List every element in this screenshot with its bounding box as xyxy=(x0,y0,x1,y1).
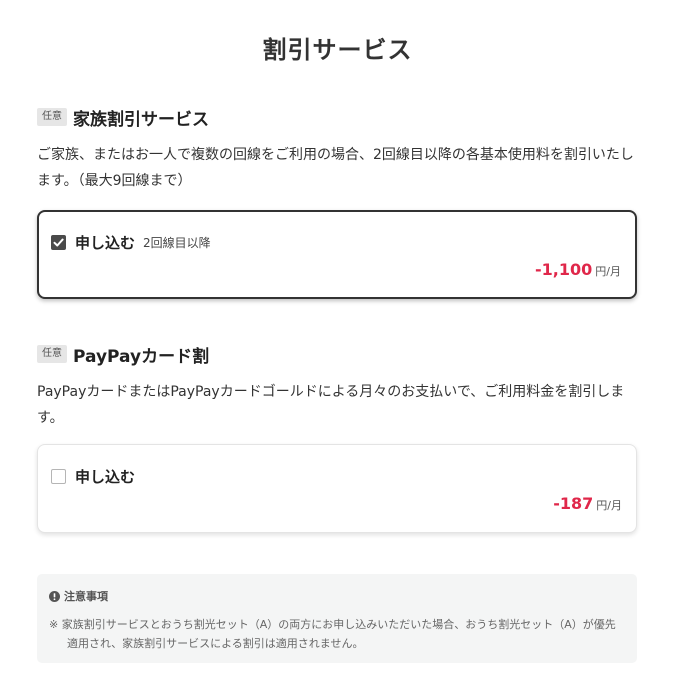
family-discount-price: -1,100 円/月 xyxy=(535,260,621,279)
optional-badge: 任意 xyxy=(37,108,67,126)
paypay-discount-price-unit: 円/月 xyxy=(596,499,622,512)
paypay-discount-option-card[interactable]: 申し込む -187 円/月 xyxy=(37,444,637,533)
notice-title: 注意事項 xyxy=(64,590,108,603)
notice-header: 注意事項 xyxy=(49,588,625,604)
paypay-discount-apply-label[interactable]: 申し込む xyxy=(75,466,135,487)
check-icon xyxy=(53,238,64,247)
family-discount-header: 任意 家族割引サービス xyxy=(37,103,637,131)
notice-box: 注意事項 ※ 家族割引サービスとおうち割光セット（A）の両方にお申し込みいただい… xyxy=(37,574,637,663)
family-discount-checkbox[interactable] xyxy=(51,235,66,250)
paypay-discount-description: PayPayカードまたはPayPayカードゴールドによる月々のお支払いで、ご利用… xyxy=(37,384,625,426)
paypay-discount-price: -187 円/月 xyxy=(553,494,622,513)
paypay-discount-apply-row[interactable]: 申し込む xyxy=(51,466,135,487)
paypay-discount-section: 任意 PayPayカード割 PayPayカードまたはPayPayカードゴールドに… xyxy=(37,340,637,431)
paypay-discount-header: 任意 PayPayカード割 xyxy=(37,340,637,368)
family-discount-price-amount: -1,100 xyxy=(535,260,593,279)
family-discount-title: 家族割引サービス xyxy=(73,109,209,130)
optional-badge: 任意 xyxy=(37,345,67,363)
family-discount-apply-row[interactable]: 申し込む 2回線目以降 xyxy=(51,232,211,253)
family-discount-apply-label[interactable]: 申し込む xyxy=(75,232,135,253)
family-discount-option-card[interactable]: 申し込む 2回線目以降 -1,100 円/月 xyxy=(37,210,637,299)
family-discount-apply-note: 2回線目以降 xyxy=(143,236,211,250)
page-title: 割引サービス xyxy=(262,36,413,64)
paypay-discount-title: PayPayカード割 xyxy=(73,346,210,367)
info-icon xyxy=(49,590,60,602)
paypay-discount-price-amount: -187 xyxy=(553,494,594,513)
notice-body: ※ 家族割引サービスとおうち割光セット（A）の両方にお申し込みいただいた場合、お… xyxy=(49,618,616,650)
family-discount-section: 任意 家族割引サービス ご家族、またはお一人で複数の回線をご利用の場合、2回線目… xyxy=(37,103,637,194)
paypay-discount-checkbox[interactable] xyxy=(51,469,66,484)
family-discount-price-unit: 円/月 xyxy=(595,265,621,278)
family-discount-description: ご家族、またはお一人で複数の回線をご利用の場合、2回線目以降の各基本使用料を割引… xyxy=(37,147,634,189)
